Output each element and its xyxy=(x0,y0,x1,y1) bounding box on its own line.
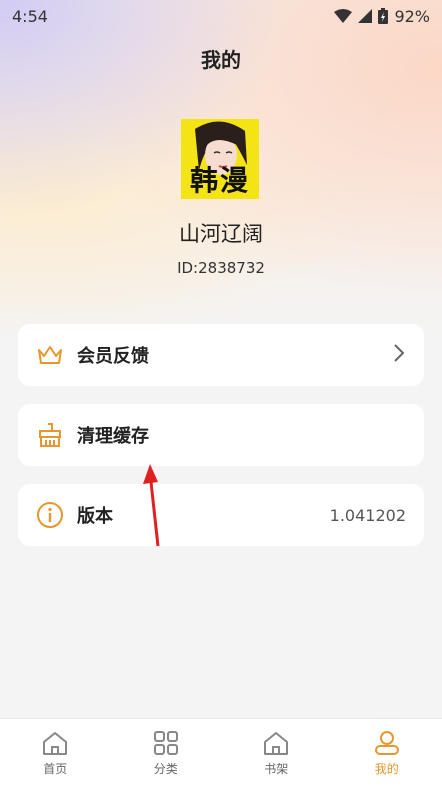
tab-label: 首页 xyxy=(43,760,67,777)
bottom-tab-bar: 首页 分类 书架 我的 xyxy=(0,718,442,787)
tab-mine[interactable]: 我的 xyxy=(332,719,442,787)
tab-label: 书架 xyxy=(264,760,288,777)
tab-label: 分类 xyxy=(154,760,178,777)
tab-bookshelf[interactable]: 书架 xyxy=(221,719,332,787)
tab-category[interactable]: 分类 xyxy=(111,719,222,787)
home-icon xyxy=(41,730,69,756)
tab-home[interactable]: 首页 xyxy=(0,719,111,787)
annotation-arrow xyxy=(0,0,442,786)
bookshelf-icon xyxy=(262,730,290,756)
user-icon xyxy=(373,730,401,756)
grid-icon xyxy=(153,730,179,756)
tab-label: 我的 xyxy=(375,760,399,777)
